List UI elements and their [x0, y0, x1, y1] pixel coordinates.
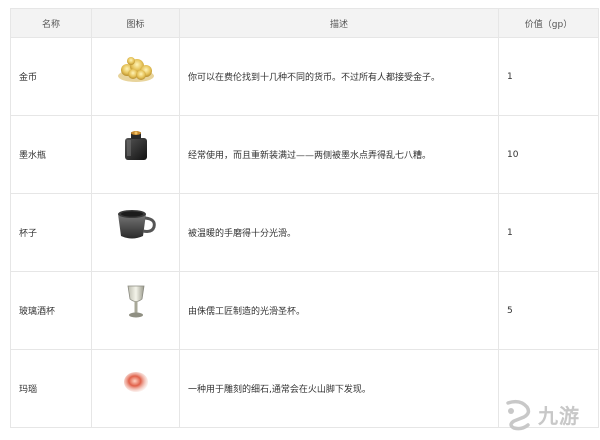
jiuyou-logo-icon — [506, 399, 531, 431]
watermark-text: 九游 — [538, 403, 580, 428]
row-description: 一种用于雕刻的细石,通常会在火山脚下发现。 — [179, 349, 499, 428]
row-name: 玻璃酒杯 — [10, 271, 92, 350]
row-name: 杯子 — [10, 193, 92, 272]
ink-bottle-icon — [124, 131, 147, 160]
row-description: 经常使用，而且重新装满过——两侧被墨水点弄得乱七八糟。 — [179, 115, 499, 194]
row-value: 1 — [498, 37, 599, 116]
header-icon: 图标 — [91, 8, 180, 38]
row-name: 金币 — [10, 37, 92, 116]
row-value: 10 — [498, 115, 599, 194]
row-icon-cell — [91, 349, 180, 428]
header-description: 描述 — [179, 8, 499, 38]
gold-coins-icon — [117, 57, 154, 82]
row-value: 5 — [498, 271, 599, 350]
row-description: 你可以在费伦找到十几种不同的货币。不过所有人都接受金子。 — [179, 37, 499, 116]
row-icon-cell — [91, 193, 180, 272]
wine-glass-icon — [127, 285, 144, 318]
table-row: 墨水瓶 经常使用，而且重新装满过——两侧被墨水点弄得乱七八糟。 10 — [10, 115, 599, 194]
table-row: 杯子 被温暖的手磨得十分光滑。 1 — [10, 193, 599, 272]
header-name: 名称 — [10, 8, 92, 38]
row-icon-cell — [91, 271, 180, 350]
table-row: 玻璃酒杯 由侏儒工匠制造的光滑圣杯。 5 — [10, 271, 599, 350]
row-description: 由侏儒工匠制造的光滑圣杯。 — [179, 271, 499, 350]
agate-gem-icon — [123, 372, 148, 392]
row-icon-cell — [91, 115, 180, 194]
item-table: 名称 图标 描述 价值（gp） 金币 你可以在费伦找到十几种不同的货币。不过所有… — [10, 8, 599, 428]
table-header-row: 名称 图标 描述 价值（gp） — [10, 8, 599, 38]
watermark: 九游 — [500, 392, 596, 436]
row-name: 玛瑙 — [10, 349, 92, 428]
row-icon-cell — [91, 37, 180, 116]
cup-icon — [117, 210, 156, 239]
row-value: 1 — [498, 193, 599, 272]
row-description: 被温暖的手磨得十分光滑。 — [179, 193, 499, 272]
row-name: 墨水瓶 — [10, 115, 92, 194]
table-row: 金币 你可以在费伦找到十几种不同的货币。不过所有人都接受金子。 1 — [10, 37, 599, 116]
header-value: 价值（gp） — [498, 8, 599, 38]
